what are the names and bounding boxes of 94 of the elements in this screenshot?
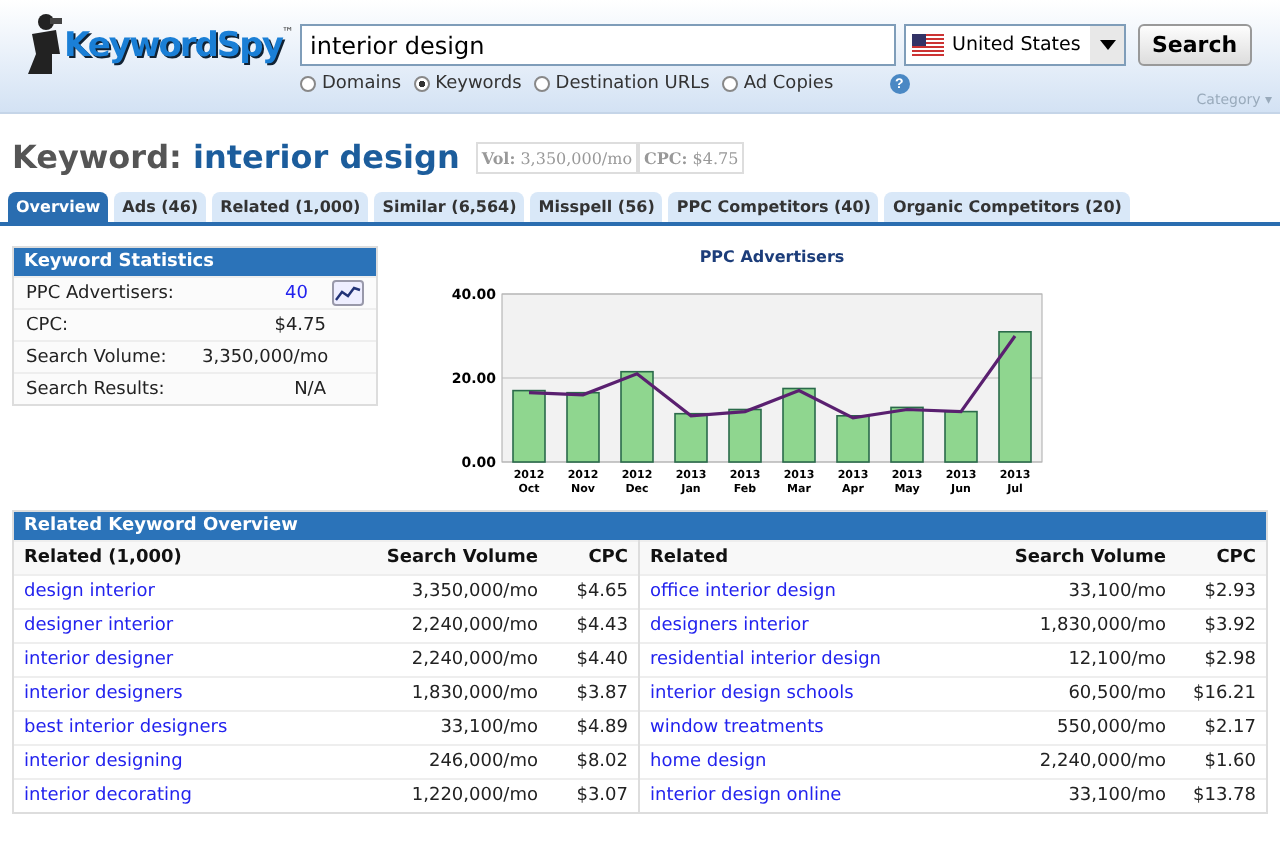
table-cell-text: $2.93 [1202,582,1256,602]
table-cell-text: $4.40 [574,650,628,670]
chart-title: PPC Advertisers [699,248,845,266]
table-cell-text: $1.60 [1202,752,1256,772]
radio-label[interactable]: Destination URLs [555,74,710,94]
table-cell-text: $8.02 [574,752,628,772]
keyword-heading: Keyword: interior design [12,138,460,176]
bar [782,387,816,463]
table-cell-text: 2,240,000/mo [409,616,538,636]
table-cell-text: 550,000/mo [1054,718,1166,738]
dropdown-caret-icon[interactable] [1090,26,1124,64]
search-field[interactable]: interior design [300,24,896,66]
table-cell-text: $3.87 [574,684,628,704]
stat-value: N/A [292,379,326,399]
country-select[interactable]: United States [904,24,1126,66]
keyword-link[interactable]: office interior design [650,582,958,602]
keyword-link[interactable]: interior design schools [650,684,958,704]
table-cell-text: $4.43 [574,616,628,636]
tab[interactable]: PPC Competitors (40) [668,192,879,222]
table-cell-text: 33,100/mo [438,718,538,738]
panel-title: Keyword Statistics [14,248,376,276]
table-cell-text: $2.17 [1202,718,1256,738]
bar [620,370,654,463]
keyword-link[interactable]: interior designers [24,684,330,704]
radio-button[interactable] [413,76,430,92]
table-cell-text: $3.07 [574,786,628,806]
panel-title: Related Keyword Overview [14,512,1266,540]
bar [512,389,546,463]
stat-label: Search Volume: [26,347,169,367]
keyword-link[interactable]: designers interior [650,616,958,636]
keyword-link[interactable]: best interior designers [24,718,330,738]
table-cell-text: 246,000/mo [426,752,538,772]
table-cell-text: 3,350,000/mo [409,582,538,602]
tab[interactable]: Ads (46) [114,192,207,222]
stat-label: Search Results: [26,379,167,399]
table-cell-text: 2,240,000/mo [409,650,538,670]
column-header: Related (1,000) [24,548,184,568]
table-cell-text: 2,240,000/mo [1037,752,1166,772]
bar [998,331,1032,463]
table-cell-text: $2.98 [1202,650,1256,670]
radio-button[interactable] [721,76,738,92]
bar [890,406,924,463]
table-cell-text: 1,830,000/mo [409,684,538,704]
flag-icon [912,34,944,56]
stat-label: PPC Advertisers: [26,283,176,303]
column-header: CPC [586,548,628,568]
keyword-link[interactable]: home design [650,752,958,772]
tab[interactable]: Organic Competitors (20) [884,192,1130,222]
keyword-link[interactable]: design interior [24,582,330,602]
stat-link[interactable]: 40 [191,283,308,303]
keyword-link[interactable]: interior decorating [24,786,330,806]
table-cell-text: $4.65 [574,582,628,602]
radio-label[interactable]: Ad Copies [743,74,834,94]
bar [566,391,600,463]
keyword-link[interactable]: interior designing [24,752,330,772]
table-cell-text: 1,220,000/mo [409,786,538,806]
cpc-stat: CPC: $4.75 [638,141,745,173]
table-cell-text: 60,500/mo [1066,684,1166,704]
column-header: Search Volume [384,548,538,568]
bar [836,415,870,463]
search-button[interactable]: Search [1138,24,1252,66]
bar [674,412,708,463]
volume-stat: Vol: 3,350,000/mo [475,141,639,173]
tab[interactable]: Related (1,000) [212,192,369,222]
keyword-link[interactable]: window treatments [650,718,958,738]
bar [944,410,978,463]
stat-value: $4.75 [272,315,326,335]
tab[interactable]: Similar (6,564) [374,192,525,222]
column-header: Related [650,548,731,568]
tab[interactable]: Overview [8,192,109,222]
radio-button[interactable] [533,76,550,92]
radio-button[interactable] [300,76,316,92]
bar [728,408,762,463]
stat-value: 3,350,000/mo [202,347,326,367]
keyword-link[interactable]: designer interior [24,616,330,636]
tab[interactable]: Misspell (56) [530,192,663,222]
table-cell-text: 12,100/mo [1066,650,1166,670]
table-cell-text: $3.92 [1202,616,1256,636]
radio-label[interactable]: Domains [322,74,402,94]
spy-figure-icon [24,10,64,78]
table-cell-text: 33,100/mo [1066,786,1166,806]
table-cell-text: $13.78 [1191,786,1256,806]
column-header: Search Volume [1012,548,1166,568]
keyword-link[interactable]: interior design online [650,786,958,806]
stat-label: CPC: [26,315,71,335]
radio-label[interactable]: Keywords [435,74,522,94]
table-cell-text: 33,100/mo [1066,582,1166,602]
table-cell-text: $4.89 [574,718,628,738]
keyword-link[interactable]: interior designer [24,650,330,670]
column-header: CPC [1214,548,1256,568]
keyword-link[interactable]: residential interior design [650,650,958,670]
line-chart-icon[interactable] [332,280,364,306]
table-cell-text: $16.21 [1191,684,1256,704]
table-cell-text: 1,830,000/mo [1037,616,1166,636]
